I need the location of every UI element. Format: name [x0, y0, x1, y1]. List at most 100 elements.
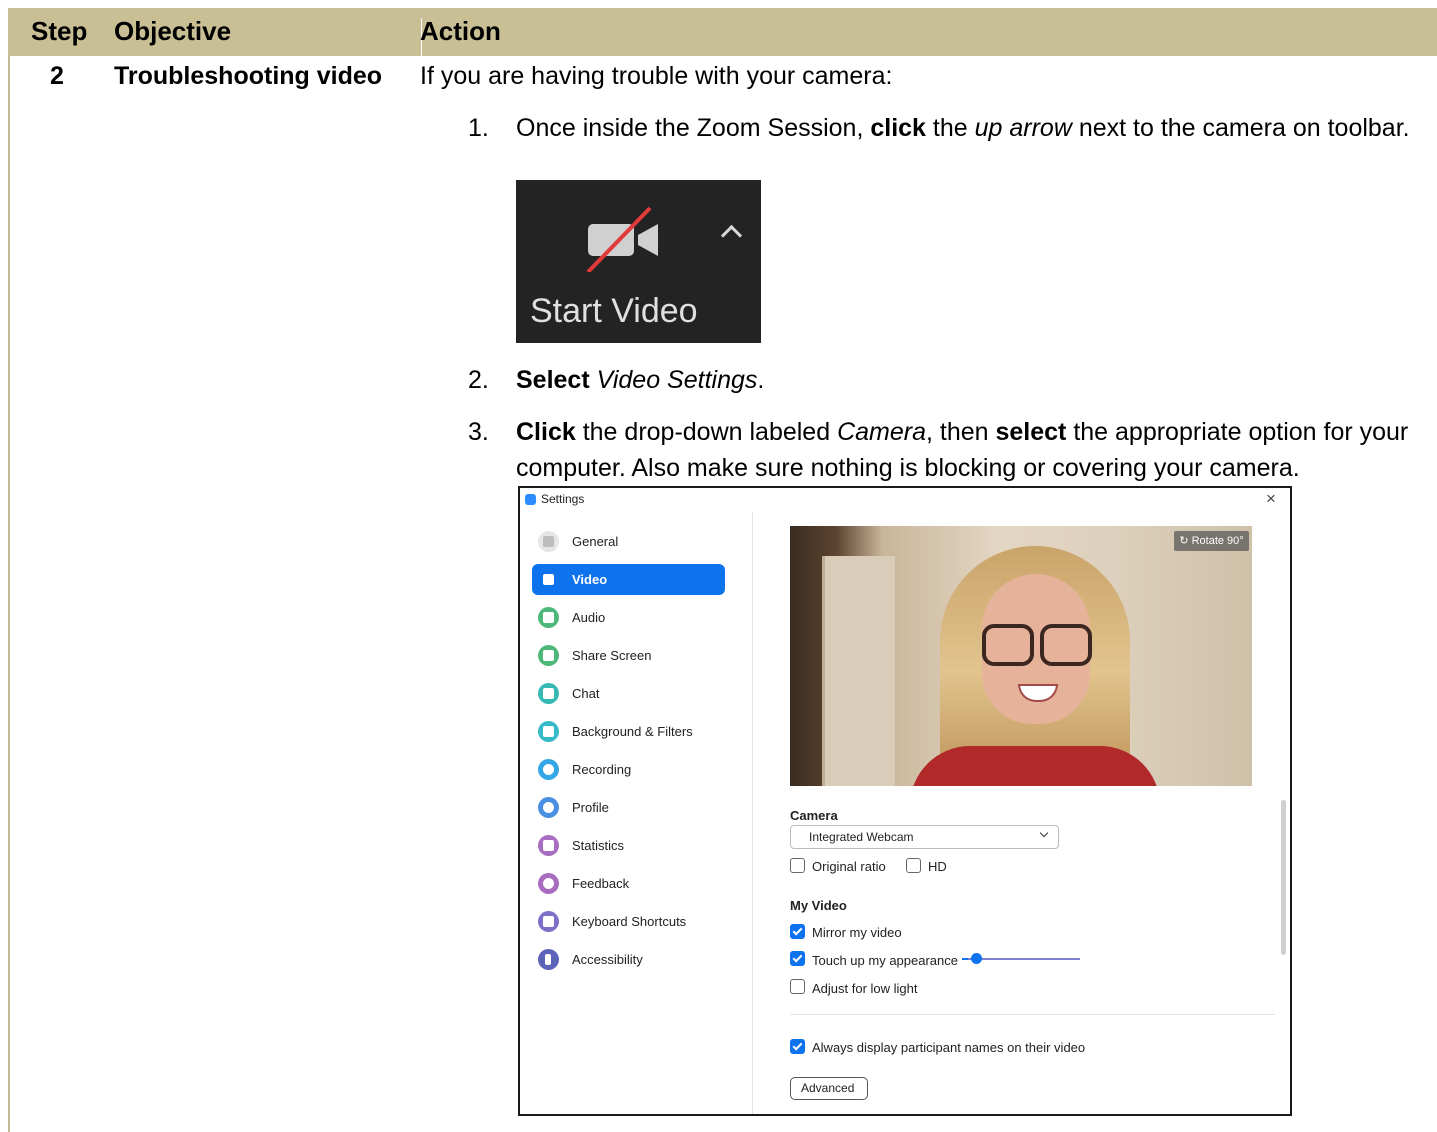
- settings-sidebar: General Video Audio Share Screen Chat Ba…: [520, 512, 753, 1114]
- sidebar-item-label: Audio: [572, 610, 606, 625]
- step-text-segment: select: [995, 418, 1067, 446]
- step-text-segment: Click: [516, 418, 576, 446]
- hd-label: HD: [928, 859, 947, 874]
- step-text-segment: Camera: [837, 418, 926, 446]
- sidebar-item-feedback[interactable]: Feedback: [532, 868, 725, 899]
- sidebar-item-label: Background & Filters: [572, 724, 693, 739]
- rotate-button[interactable]: ↻ Rotate 90°: [1174, 531, 1249, 551]
- step-text-segment: click: [870, 114, 926, 142]
- original-ratio-checkbox[interactable]: [790, 858, 805, 873]
- sidebar-item-audio[interactable]: Audio: [532, 602, 725, 633]
- step-3-text: Click the drop-down labeled Camera, then…: [516, 414, 1428, 486]
- feedback-icon: [538, 873, 559, 894]
- sidebar-item-general[interactable]: General: [532, 526, 725, 557]
- step-1-text: Once inside the Zoom Session, click the …: [516, 110, 1428, 146]
- step-text-segment: , then: [925, 418, 996, 446]
- table-left-border: [8, 8, 10, 1132]
- start-video-label: Start Video: [530, 292, 698, 330]
- video-off-icon: [586, 206, 658, 272]
- accessibility-icon: [538, 949, 559, 970]
- sidebar-item-label: Recording: [572, 762, 632, 777]
- share-screen-icon: [538, 645, 559, 666]
- camera-select[interactable]: Integrated Webcam: [790, 825, 1059, 849]
- scrollbar-thumb[interactable]: [1281, 800, 1286, 955]
- objective-text: Troubleshooting video: [114, 62, 383, 90]
- action-intro: If you are having trouble with your came…: [420, 62, 893, 90]
- touch-up-slider-handle[interactable]: [971, 953, 982, 964]
- touch-up-checkbox[interactable]: [790, 951, 805, 966]
- settings-dialog: Settings × General Video Audio Share Scr…: [518, 486, 1292, 1116]
- sidebar-item-label: Keyboard Shortcuts: [572, 914, 687, 929]
- chat-icon: [538, 683, 559, 704]
- step-2-text: Select Video Settings.: [516, 362, 1428, 398]
- step-text-segment: next to the camera on toolbar.: [1071, 114, 1410, 142]
- preview-person-shirt: [910, 746, 1160, 786]
- sidebar-item-video[interactable]: Video: [532, 564, 725, 595]
- background-icon: [538, 721, 559, 742]
- sidebar-item-label: Accessibility: [572, 952, 643, 967]
- sidebar-item-label: Profile: [572, 800, 609, 815]
- sidebar-item-label: General: [572, 534, 619, 549]
- sidebar-item-chat[interactable]: Chat: [532, 678, 725, 709]
- sidebar-item-accessibility[interactable]: Accessibility: [532, 944, 725, 975]
- sidebar-item-profile[interactable]: Profile: [532, 792, 725, 823]
- step-text-segment: Select: [516, 366, 590, 394]
- headphones-icon: [538, 607, 559, 628]
- advanced-button[interactable]: Advanced: [790, 1077, 868, 1100]
- step-text-segment: the: [925, 114, 975, 142]
- preview-glasses-left: [982, 624, 1034, 666]
- start-video-screenshot: Start Video: [516, 180, 761, 343]
- advanced-button-label: Advanced: [801, 1081, 855, 1095]
- step-text-segment: .: [757, 366, 765, 394]
- step-2-number: 2.: [468, 366, 489, 394]
- step-1-number: 1.: [468, 114, 489, 142]
- gear-icon: [538, 531, 559, 552]
- participant-names-checkbox[interactable]: [790, 1039, 805, 1054]
- camera-label: Camera: [790, 808, 838, 823]
- sidebar-item-keyboard-shortcuts[interactable]: Keyboard Shortcuts: [532, 906, 725, 937]
- video-preview: ↻ Rotate 90°: [790, 526, 1252, 786]
- my-video-label: My Video: [790, 898, 847, 913]
- preview-background-door: [822, 556, 895, 786]
- step-number: 2: [50, 62, 64, 90]
- touch-up-label: Touch up my appearance: [812, 953, 958, 968]
- header-objective: Objective: [114, 16, 232, 46]
- chevron-down-icon: [1039, 828, 1049, 838]
- header-action: Action: [420, 16, 501, 46]
- dialog-title: Settings: [541, 492, 585, 506]
- statistics-icon: [538, 835, 559, 856]
- sidebar-item-label: Feedback: [572, 876, 630, 891]
- mirror-label: Mirror my video: [812, 925, 902, 940]
- step-3-number: 3.: [468, 418, 489, 446]
- zoom-logo-icon: [525, 494, 536, 505]
- low-light-label: Adjust for low light: [812, 981, 918, 996]
- touch-up-slider-fill: [962, 958, 968, 960]
- keyboard-icon: [538, 911, 559, 932]
- sidebar-item-statistics[interactable]: Statistics: [532, 830, 725, 861]
- sidebar-item-label: Chat: [572, 686, 600, 701]
- camera-select-value: Integrated Webcam: [809, 830, 914, 844]
- step-text-segment: Once inside the Zoom Session,: [516, 114, 871, 142]
- step-text-segment: [590, 366, 597, 394]
- close-icon[interactable]: ×: [1266, 489, 1276, 509]
- original-ratio-label: Original ratio: [812, 859, 886, 874]
- sidebar-item-share-screen[interactable]: Share Screen: [532, 640, 725, 671]
- sidebar-item-background[interactable]: Background & Filters: [532, 716, 725, 747]
- chevron-up-icon: [720, 224, 743, 247]
- low-light-checkbox[interactable]: [790, 979, 805, 994]
- divider: [790, 1014, 1275, 1015]
- profile-icon: [538, 797, 559, 818]
- hd-checkbox[interactable]: [906, 858, 921, 873]
- sidebar-item-recording[interactable]: Recording: [532, 754, 725, 785]
- sidebar-item-label: Statistics: [572, 838, 625, 853]
- step-text-segment: the drop-down labeled: [575, 418, 838, 446]
- step-text-segment: up arrow: [974, 114, 1072, 142]
- recording-icon: [538, 759, 559, 780]
- mirror-checkbox[interactable]: [790, 924, 805, 939]
- participant-names-label: Always display participant names on thei…: [812, 1040, 1086, 1055]
- dialog-titlebar: Settings ×: [520, 488, 1290, 512]
- preview-glasses-right: [1040, 624, 1092, 666]
- touch-up-slider[interactable]: [965, 958, 1080, 960]
- header-step: Step: [31, 16, 88, 46]
- video-icon: [538, 569, 559, 590]
